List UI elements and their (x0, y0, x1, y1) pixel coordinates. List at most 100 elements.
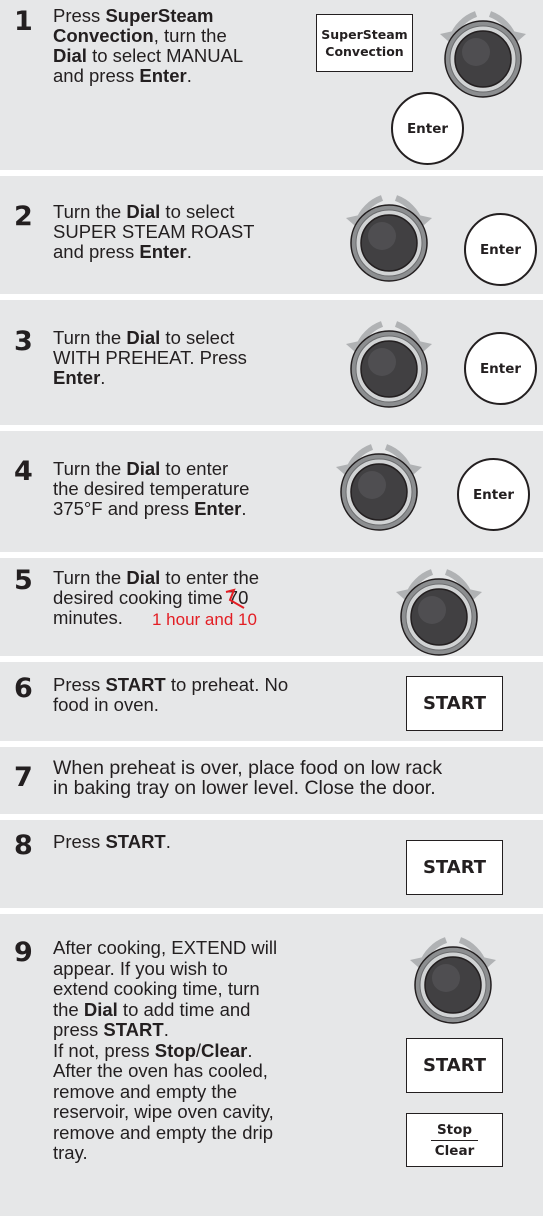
text-segment: Enter (139, 65, 187, 86)
text-segment: Enter (194, 498, 242, 519)
text-segment: , turn the (153, 25, 227, 46)
step-8: 8 Press START. START (0, 820, 543, 914)
start-button[interactable]: START (406, 676, 503, 731)
text-segment: . (241, 498, 247, 519)
step-text-line: press START. (53, 1019, 277, 1041)
handwritten-annotation: 1 hour and 10 (152, 610, 257, 629)
start-button[interactable]: START (406, 840, 503, 895)
text-segment: the (53, 998, 84, 1020)
step-number: 7 (14, 762, 33, 793)
step-text-line: remove and empty the (53, 1080, 277, 1103)
step-number: 2 (14, 201, 33, 232)
step-text: Turn the Dial to enter the desired temper… (53, 459, 249, 519)
step-text-line: WITH PREHEAT. Press (53, 348, 247, 368)
text-segment: START (105, 831, 166, 852)
step-number: 1 (14, 6, 33, 37)
text-segment: . (100, 367, 106, 388)
strikethrough-mark (225, 588, 245, 609)
step-text-line: the Dial to add time and (53, 998, 277, 1021)
text-segment: to select MANUAL (86, 45, 244, 66)
text-segment: to add time and (117, 998, 251, 1020)
text-segment: . (163, 1019, 169, 1040)
step-text-line: food in oven. (53, 695, 288, 715)
text-segment: Dial (83, 998, 118, 1020)
step-text-line: Dial to select MANUAL (53, 46, 243, 66)
text-segment: Dial (53, 45, 87, 66)
text-segment: Enter (53, 367, 101, 388)
stop-clear-button[interactable]: Stop Clear (406, 1113, 503, 1167)
step-text-line: Press SuperSteam (53, 6, 243, 26)
step-number: 9 (14, 937, 33, 968)
text-segment: desired cooking time 70 (53, 587, 249, 608)
text-segment: food in oven. (53, 694, 159, 715)
text-segment: reservoir, wipe oven cavity, (53, 1101, 274, 1122)
step-text-line: Turn the Dial to enter the (53, 568, 259, 588)
step-5: 5 Turn the Dial to enter the desired cook… (0, 558, 543, 662)
text-segment: WITH PREHEAT. Press (53, 347, 247, 368)
text-segment: to select (160, 201, 235, 222)
dial-icon[interactable] (394, 930, 512, 1030)
text-segment: to enter the (160, 567, 260, 588)
step-text-line: tray. (53, 1142, 277, 1164)
step-text-line: and press Enter. (53, 242, 254, 262)
text-segment: . (247, 1039, 253, 1061)
text-segment: . (186, 241, 192, 262)
dial-icon[interactable] (320, 437, 438, 537)
button-label-line1: SuperSteam (321, 27, 408, 42)
text-segment: . (186, 65, 192, 86)
text-segment: to preheat. No (165, 674, 289, 695)
step-text-line: Turn the Dial to enter (53, 459, 249, 479)
text-segment: minutes. (53, 607, 123, 628)
step-text-line: in baking tray on lower level. Close the… (53, 778, 442, 798)
dial-icon[interactable] (330, 188, 448, 288)
step-number: 8 (14, 830, 33, 861)
step-text-line: Turn the Dial to select (53, 202, 254, 222)
text-segment: Turn the (53, 567, 127, 588)
text-segment: START (103, 1019, 164, 1040)
step-text-line: After cooking, EXTEND will (53, 937, 277, 959)
start-button[interactable]: START (406, 1038, 503, 1093)
step-text-line: reservoir, wipe oven cavity, (53, 1101, 277, 1123)
text-segment: Press (53, 674, 106, 695)
text-segment: remove and empty the (53, 1080, 238, 1102)
step-1: 1 Press SuperSteam Convection, turn the Di… (0, 0, 543, 176)
text-segment: 375°F and press (53, 498, 195, 519)
text-segment: Convection (53, 25, 154, 46)
step-text: Press SuperSteam Convection, turn the Dial… (53, 6, 243, 86)
enter-button[interactable]: Enter (457, 458, 530, 531)
step-4: 4 Turn the Dial to enter the desired temp… (0, 431, 543, 558)
stop-label: Stop (430, 1122, 479, 1141)
text-segment: to enter (160, 458, 229, 479)
dial-icon[interactable] (380, 562, 498, 662)
text-segment: Stop (154, 1039, 196, 1061)
step-2: 2 Turn the Dial to select SUPER STEAM ROA… (0, 176, 543, 300)
step-text-line: extend cooking time, turn (53, 978, 277, 1000)
text-segment: tray. (53, 1142, 88, 1163)
text-segment: When preheat is over, place food on low … (53, 757, 443, 779)
enter-button[interactable]: Enter (391, 92, 464, 165)
text-segment: Press (53, 831, 106, 852)
step-text-line: the desired temperature (53, 479, 249, 499)
text-segment: START (105, 674, 166, 695)
step-text-line: Convection, turn the (53, 26, 243, 46)
step-text: Turn the Dial to select WITH PREHEAT. Pre… (53, 328, 247, 388)
text-segment: and press (53, 65, 140, 86)
text-segment: extend cooking time, turn (53, 978, 260, 999)
text-segment: and press (53, 241, 140, 262)
step-text-line: appear. If you wish to (53, 958, 277, 980)
text-segment: to select (160, 327, 235, 348)
text-segment: Dial (126, 567, 161, 588)
text-segment: Turn the (53, 201, 127, 222)
step-number: 3 (14, 326, 33, 357)
step-text: After cooking, EXTEND will appear. If you… (53, 937, 277, 1164)
dial-icon[interactable] (330, 314, 448, 414)
text-segment: Press (53, 5, 106, 26)
enter-button[interactable]: Enter (464, 213, 537, 286)
text-segment: . (165, 831, 171, 852)
supersteam-convection-button[interactable]: SuperSteam Convection (316, 14, 413, 72)
dial-icon[interactable] (424, 4, 542, 104)
step-6: 6 Press START to preheat. No food in oven… (0, 662, 543, 747)
step-text-line: Turn the Dial to select (53, 328, 247, 348)
enter-button[interactable]: Enter (464, 332, 537, 405)
text-segment: Turn the (53, 458, 127, 479)
